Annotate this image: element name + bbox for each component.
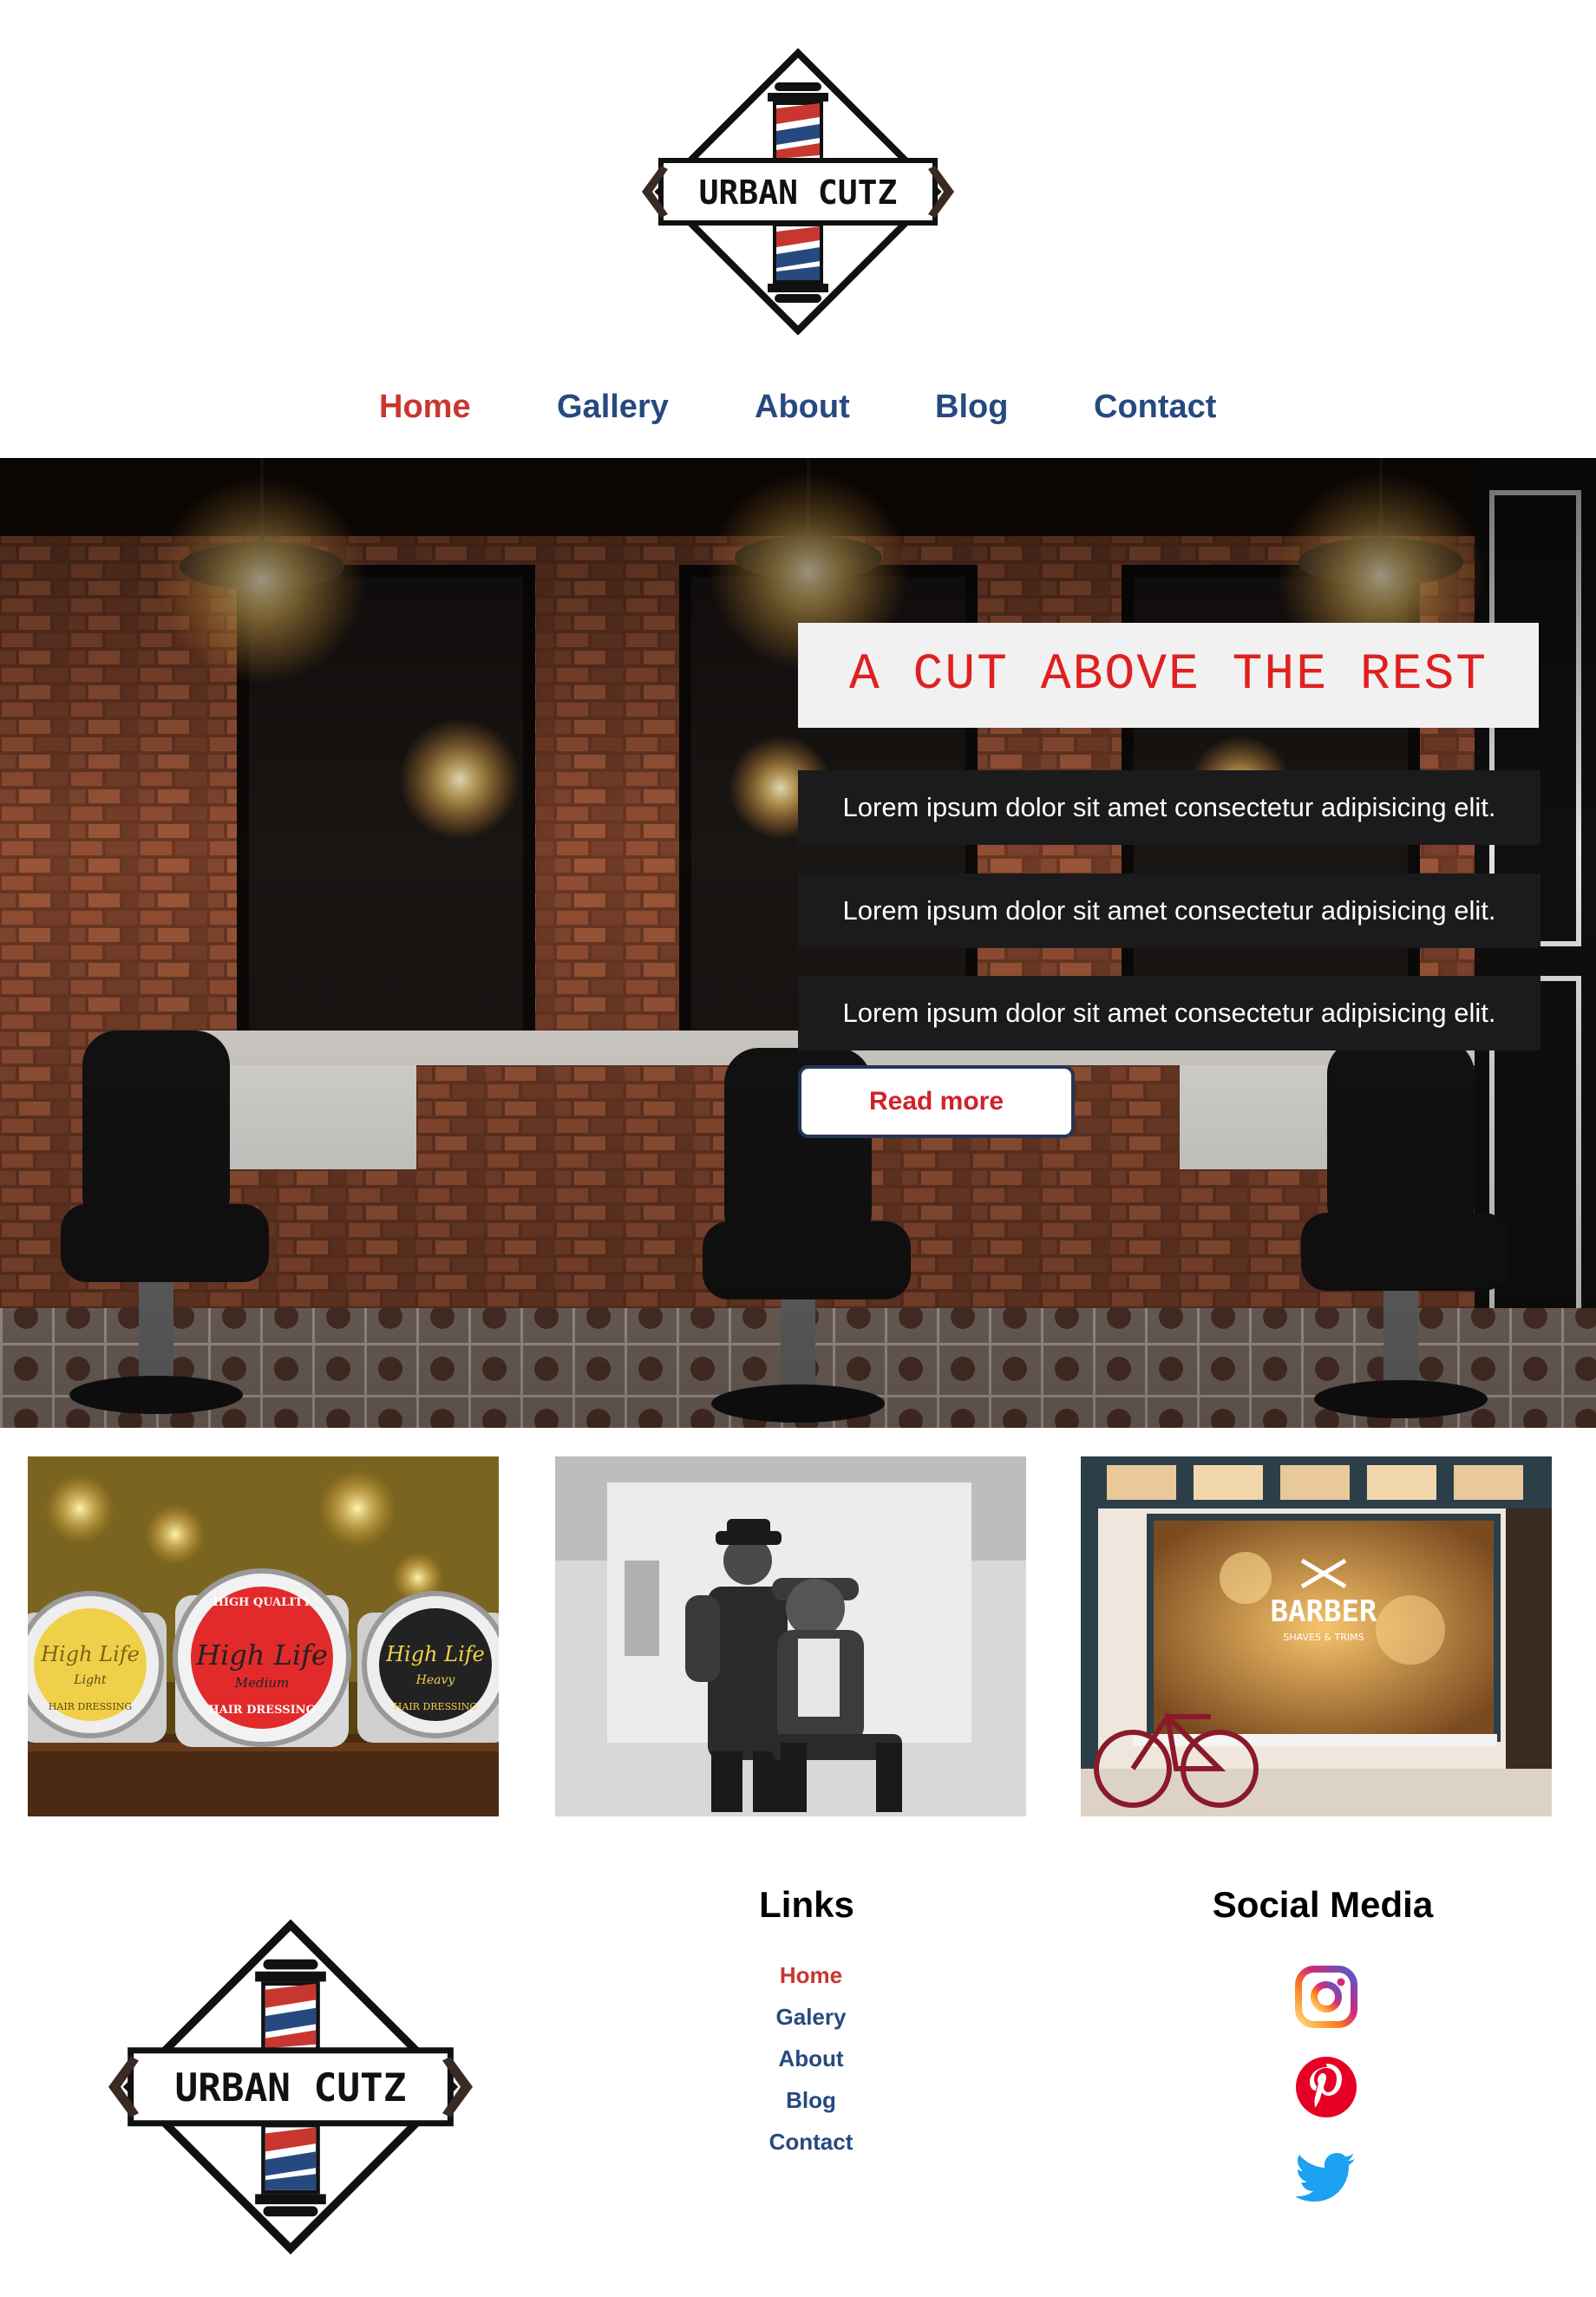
- social-media-heading: Social Media: [1212, 1884, 1434, 1925]
- hero-text-line: Lorem ipsum dolor sit amet consectetur a…: [798, 976, 1540, 1050]
- footer-link-contact[interactable]: Contact: [694, 2129, 928, 2170]
- footer-link-blog[interactable]: Blog: [694, 2087, 928, 2129]
- svg-text:Light: Light: [73, 1673, 107, 1687]
- twitter-icon[interactable]: [1294, 2145, 1358, 2209]
- svg-text:HAIR DRESSING: HAIR DRESSING: [394, 1701, 477, 1712]
- footer-link-galery[interactable]: Galery: [694, 2004, 928, 2045]
- main-nav: Home Gallery About Blog Contact: [0, 382, 1596, 437]
- instagram-icon[interactable]: [1294, 1965, 1358, 2029]
- logo-text: URBAN CUTZ: [699, 173, 898, 212]
- svg-text:HAIR DRESSING: HAIR DRESSING: [49, 1701, 132, 1712]
- nav-home[interactable]: Home: [379, 389, 471, 426]
- nav-contact[interactable]: Contact: [1094, 389, 1216, 426]
- nav-blog[interactable]: Blog: [935, 389, 1008, 426]
- read-more-button[interactable]: Read more: [798, 1065, 1075, 1138]
- pinterest-icon[interactable]: [1294, 2055, 1358, 2119]
- svg-text:Medium: Medium: [234, 1675, 290, 1691]
- gallery-image-storefront[interactable]: BARBER SHAVES & TRIMS: [1081, 1456, 1552, 1816]
- svg-text:HIGH QUALITY: HIGH QUALITY: [213, 1596, 312, 1609]
- hero-banner: A CUT ABOVE THE REST Lorem ipsum dolor s…: [0, 458, 1596, 1428]
- read-more-label: Read more: [868, 1087, 1004, 1116]
- gallery-image-pomade[interactable]: High Life Light HAIR DRESSING HIGH QUALI…: [28, 1456, 499, 1816]
- site-logo[interactable]: URBAN CUTZ: [642, 48, 954, 338]
- svg-text:HAIR DRESSING: HAIR DRESSING: [208, 1704, 315, 1717]
- hero-title: A CUT ABOVE THE REST: [848, 647, 1488, 703]
- footer-link-home[interactable]: Home: [694, 1962, 928, 2004]
- svg-text:High Life: High Life: [195, 1639, 328, 1672]
- hero-text-line: Lorem ipsum dolor sit amet consectetur a…: [798, 874, 1540, 948]
- footer-links: Home Galery About Blog Contact: [694, 1962, 928, 2170]
- hero-text: Lorem ipsum dolor sit amet consectetur a…: [842, 792, 1496, 822]
- svg-text:Heavy: Heavy: [415, 1673, 456, 1687]
- hero-title-box: A CUT ABOVE THE REST: [798, 623, 1539, 728]
- footer-link-about[interactable]: About: [694, 2045, 928, 2087]
- svg-text:High Life: High Life: [385, 1642, 485, 1666]
- svg-text:SHAVES & TRIMS: SHAVES & TRIMS: [1283, 1632, 1364, 1643]
- svg-text:High Life: High Life: [40, 1642, 140, 1666]
- footer-links-heading: Links: [759, 1884, 854, 1925]
- hero-text: Lorem ipsum dolor sit amet consectetur a…: [842, 895, 1496, 926]
- nav-gallery[interactable]: Gallery: [557, 389, 669, 426]
- footer-logo[interactable]: URBAN CUTZ: [108, 1917, 473, 2260]
- svg-text:BARBER: BARBER: [1271, 1594, 1377, 1629]
- nav-about[interactable]: About: [755, 389, 850, 426]
- footer-logo-text: URBAN CUTZ: [175, 2066, 407, 2110]
- hero-text: Lorem ipsum dolor sit amet consectetur a…: [842, 998, 1496, 1028]
- hero-text-line: Lorem ipsum dolor sit amet consectetur a…: [798, 770, 1540, 845]
- gallery-image-barber[interactable]: [555, 1456, 1026, 1816]
